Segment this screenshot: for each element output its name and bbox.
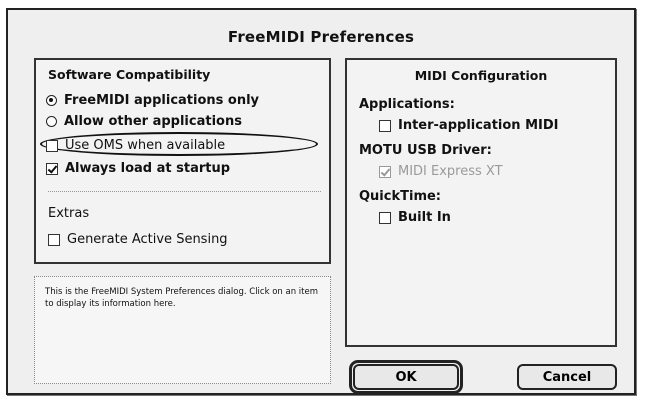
built-in-label: Built In bbox=[398, 210, 451, 225]
midi-configuration-group: MIDI Configuration Applications: Inter-a… bbox=[345, 58, 617, 347]
dialog-title: FreeMIDI Preferences bbox=[227, 28, 415, 46]
inter-app-checkbox-row[interactable]: Inter-application MIDI bbox=[379, 118, 559, 133]
info-text-area: This is the FreeMIDI System Preferences … bbox=[34, 276, 331, 384]
active-sensing-checkbox[interactable] bbox=[48, 233, 60, 246]
extras-heading: Extras bbox=[48, 206, 90, 221]
active-sensing-label: Generate Active Sensing bbox=[67, 232, 228, 247]
inter-app-checkbox[interactable] bbox=[379, 119, 391, 132]
divider bbox=[48, 191, 321, 192]
active-sensing-checkbox-row[interactable]: Generate Active Sensing bbox=[48, 232, 228, 247]
usb-driver-label: MOTU USB Driver: bbox=[359, 143, 492, 158]
midi-express-label: MIDI Express XT bbox=[398, 164, 503, 179]
oms-label: Use OMS when available bbox=[65, 138, 226, 153]
radio-freemidi-only[interactable]: FreeMIDI applications only bbox=[46, 93, 259, 108]
radio-selected-icon[interactable] bbox=[46, 95, 57, 106]
always-load-checkbox[interactable] bbox=[46, 162, 58, 175]
preferences-dialog: FreeMIDI Preferences Software Compatibil… bbox=[6, 8, 636, 395]
oms-checkbox[interactable] bbox=[46, 139, 58, 152]
built-in-checkbox[interactable] bbox=[379, 211, 391, 224]
radio-allow-other[interactable]: Allow other applications bbox=[46, 114, 242, 129]
midi-express-checkbox-row: MIDI Express XT bbox=[379, 164, 503, 179]
cancel-button[interactable]: Cancel bbox=[517, 364, 617, 390]
midi-configuration-title: MIDI Configuration bbox=[414, 68, 548, 83]
quicktime-label: QuickTime: bbox=[359, 189, 441, 204]
midi-express-checkbox bbox=[379, 165, 391, 178]
software-compatibility-group: Software Compatibility FreeMIDI applicat… bbox=[34, 58, 331, 264]
inter-app-label: Inter-application MIDI bbox=[398, 118, 559, 133]
software-compatibility-title: Software Compatibility bbox=[48, 67, 211, 82]
built-in-checkbox-row[interactable]: Built In bbox=[379, 210, 451, 225]
radio-freemidi-only-label: FreeMIDI applications only bbox=[64, 93, 260, 108]
always-load-label: Always load at startup bbox=[65, 161, 231, 176]
ok-button[interactable]: OK bbox=[353, 364, 459, 390]
radio-unselected-icon[interactable] bbox=[46, 116, 57, 127]
oms-checkbox-row[interactable]: Use OMS when available bbox=[40, 132, 318, 156]
always-load-checkbox-row[interactable]: Always load at startup bbox=[46, 161, 230, 176]
applications-label: Applications: bbox=[359, 97, 455, 112]
radio-allow-other-label: Allow other applications bbox=[64, 114, 242, 129]
